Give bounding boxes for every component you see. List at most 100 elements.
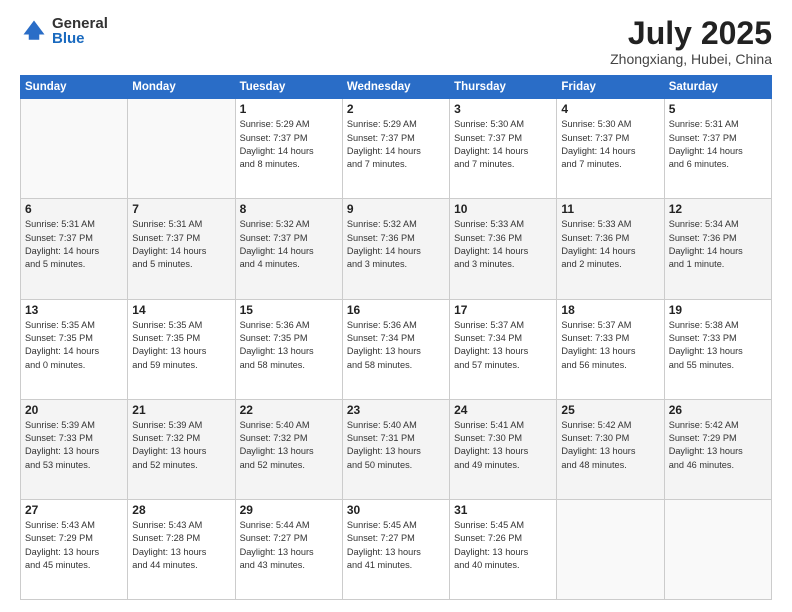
day-number: 7 bbox=[132, 202, 230, 216]
calendar-week-5: 27Sunrise: 5:43 AM Sunset: 7:29 PM Dayli… bbox=[21, 499, 772, 599]
day-number: 30 bbox=[347, 503, 445, 517]
day-info: Sunrise: 5:38 AM Sunset: 7:33 PM Dayligh… bbox=[669, 319, 767, 372]
table-row: 25 Sunrise: 5:42 AM Sunset: 7:30 PM Dayli… bbox=[557, 399, 664, 499]
header-friday: Friday bbox=[557, 76, 664, 99]
table-row: 26Sunrise: 5:42 AM Sunset: 7:29 PM Dayli… bbox=[664, 399, 771, 499]
table-row: 15 Sunrise: 5:36 AM Sunset: 7:35 PM Dayli… bbox=[235, 299, 342, 399]
table-row: 2 Sunrise: 5:29 AM Sunset: 7:37 PM Daylig… bbox=[342, 99, 449, 199]
day-info: Sunrise: 5:33 AM Sunset: 7:36 PM Dayligh… bbox=[561, 218, 659, 271]
day-number: 15 bbox=[240, 303, 338, 317]
logo-text: General Blue bbox=[52, 16, 108, 46]
day-number: 17 bbox=[454, 303, 552, 317]
day-number: 2 bbox=[347, 102, 445, 116]
table-row: 3 Sunrise: 5:30 AM Sunset: 7:37 PM Daylig… bbox=[450, 99, 557, 199]
day-number: 21 bbox=[132, 403, 230, 417]
table-row: 23 Sunrise: 5:40 AM Sunset: 7:31 PM Dayli… bbox=[342, 399, 449, 499]
table-row: 31Sunrise: 5:45 AM Sunset: 7:26 PM Dayli… bbox=[450, 499, 557, 599]
table-row: 24 Sunrise: 5:41 AM Sunset: 7:30 PM Dayli… bbox=[450, 399, 557, 499]
table-row: 18 Sunrise: 5:37 AM Sunset: 7:33 PM Dayli… bbox=[557, 299, 664, 399]
day-info: Sunrise: 5:29 AM Sunset: 7:37 PM Dayligh… bbox=[347, 118, 445, 171]
table-row: 20 Sunrise: 5:39 AM Sunset: 7:33 PM Dayli… bbox=[21, 399, 128, 499]
calendar-week-1: 1Sunrise: 5:29 AM Sunset: 7:37 PM Daylig… bbox=[21, 99, 772, 199]
table-row: 21 Sunrise: 5:39 AM Sunset: 7:32 PM Dayli… bbox=[128, 399, 235, 499]
calendar-week-2: 6 Sunrise: 5:31 AM Sunset: 7:37 PM Daylig… bbox=[21, 199, 772, 299]
table-row bbox=[664, 499, 771, 599]
day-number: 31 bbox=[454, 503, 552, 517]
day-info: Sunrise: 5:42 AM Sunset: 7:29 PM Dayligh… bbox=[669, 419, 767, 472]
page: General Blue July 2025 Zhongxiang, Hubei… bbox=[0, 0, 792, 612]
table-row: 4 Sunrise: 5:30 AM Sunset: 7:37 PM Daylig… bbox=[557, 99, 664, 199]
table-row: 29Sunrise: 5:44 AM Sunset: 7:27 PM Dayli… bbox=[235, 499, 342, 599]
title-month: July 2025 bbox=[610, 16, 772, 51]
logo-general: General bbox=[52, 16, 108, 31]
day-info: Sunrise: 5:35 AM Sunset: 7:35 PM Dayligh… bbox=[25, 319, 123, 372]
day-info: Sunrise: 5:37 AM Sunset: 7:33 PM Dayligh… bbox=[561, 319, 659, 372]
header-sunday: Sunday bbox=[21, 76, 128, 99]
table-row bbox=[557, 499, 664, 599]
table-row: 30 Sunrise: 5:45 AM Sunset: 7:27 PM Dayli… bbox=[342, 499, 449, 599]
day-number: 4 bbox=[561, 102, 659, 116]
day-number: 18 bbox=[561, 303, 659, 317]
table-row: 11 Sunrise: 5:33 AM Sunset: 7:36 PM Dayli… bbox=[557, 199, 664, 299]
day-info: Sunrise: 5:42 AM Sunset: 7:30 PM Dayligh… bbox=[561, 419, 659, 472]
day-info: Sunrise: 5:36 AM Sunset: 7:34 PM Dayligh… bbox=[347, 319, 445, 372]
day-number: 8 bbox=[240, 202, 338, 216]
table-row: 27Sunrise: 5:43 AM Sunset: 7:29 PM Dayli… bbox=[21, 499, 128, 599]
header: General Blue July 2025 Zhongxiang, Hubei… bbox=[20, 16, 772, 67]
day-number: 3 bbox=[454, 102, 552, 116]
day-number: 12 bbox=[669, 202, 767, 216]
day-number: 16 bbox=[347, 303, 445, 317]
day-info: Sunrise: 5:39 AM Sunset: 7:32 PM Dayligh… bbox=[132, 419, 230, 472]
table-row: 7 Sunrise: 5:31 AM Sunset: 7:37 PM Daylig… bbox=[128, 199, 235, 299]
day-info: Sunrise: 5:36 AM Sunset: 7:35 PM Dayligh… bbox=[240, 319, 338, 372]
day-info: Sunrise: 5:29 AM Sunset: 7:37 PM Dayligh… bbox=[240, 118, 338, 171]
table-row: 16 Sunrise: 5:36 AM Sunset: 7:34 PM Dayli… bbox=[342, 299, 449, 399]
day-info: Sunrise: 5:30 AM Sunset: 7:37 PM Dayligh… bbox=[454, 118, 552, 171]
day-number: 10 bbox=[454, 202, 552, 216]
day-number: 9 bbox=[347, 202, 445, 216]
table-row bbox=[21, 99, 128, 199]
day-number: 11 bbox=[561, 202, 659, 216]
day-number: 28 bbox=[132, 503, 230, 517]
day-info: Sunrise: 5:30 AM Sunset: 7:37 PM Dayligh… bbox=[561, 118, 659, 171]
day-number: 19 bbox=[669, 303, 767, 317]
day-info: Sunrise: 5:31 AM Sunset: 7:37 PM Dayligh… bbox=[25, 218, 123, 271]
table-row: 6 Sunrise: 5:31 AM Sunset: 7:37 PM Daylig… bbox=[21, 199, 128, 299]
day-number: 29 bbox=[240, 503, 338, 517]
table-row: 13 Sunrise: 5:35 AM Sunset: 7:35 PM Dayli… bbox=[21, 299, 128, 399]
day-number: 20 bbox=[25, 403, 123, 417]
day-info: Sunrise: 5:31 AM Sunset: 7:37 PM Dayligh… bbox=[669, 118, 767, 171]
weekday-header-row: Sunday Monday Tuesday Wednesday Thursday… bbox=[21, 76, 772, 99]
table-row: 10 Sunrise: 5:33 AM Sunset: 7:36 PM Dayli… bbox=[450, 199, 557, 299]
title-location: Zhongxiang, Hubei, China bbox=[610, 51, 772, 67]
day-info: Sunrise: 5:41 AM Sunset: 7:30 PM Dayligh… bbox=[454, 419, 552, 472]
day-number: 5 bbox=[669, 102, 767, 116]
day-info: Sunrise: 5:35 AM Sunset: 7:35 PM Dayligh… bbox=[132, 319, 230, 372]
day-number: 13 bbox=[25, 303, 123, 317]
day-info: Sunrise: 5:39 AM Sunset: 7:33 PM Dayligh… bbox=[25, 419, 123, 472]
day-info: Sunrise: 5:34 AM Sunset: 7:36 PM Dayligh… bbox=[669, 218, 767, 271]
logo-icon bbox=[20, 17, 48, 45]
table-row: 17Sunrise: 5:37 AM Sunset: 7:34 PM Dayli… bbox=[450, 299, 557, 399]
calendar-week-3: 13 Sunrise: 5:35 AM Sunset: 7:35 PM Dayli… bbox=[21, 299, 772, 399]
calendar-week-4: 20 Sunrise: 5:39 AM Sunset: 7:33 PM Dayli… bbox=[21, 399, 772, 499]
table-row bbox=[128, 99, 235, 199]
table-row: 22Sunrise: 5:40 AM Sunset: 7:32 PM Dayli… bbox=[235, 399, 342, 499]
day-info: Sunrise: 5:40 AM Sunset: 7:31 PM Dayligh… bbox=[347, 419, 445, 472]
day-info: Sunrise: 5:31 AM Sunset: 7:37 PM Dayligh… bbox=[132, 218, 230, 271]
day-info: Sunrise: 5:33 AM Sunset: 7:36 PM Dayligh… bbox=[454, 218, 552, 271]
day-number: 24 bbox=[454, 403, 552, 417]
day-number: 6 bbox=[25, 202, 123, 216]
header-tuesday: Tuesday bbox=[235, 76, 342, 99]
day-number: 25 bbox=[561, 403, 659, 417]
title-block: July 2025 Zhongxiang, Hubei, China bbox=[610, 16, 772, 67]
table-row: 9Sunrise: 5:32 AM Sunset: 7:36 PM Daylig… bbox=[342, 199, 449, 299]
day-number: 23 bbox=[347, 403, 445, 417]
logo: General Blue bbox=[20, 16, 108, 46]
table-row: 8Sunrise: 5:32 AM Sunset: 7:37 PM Daylig… bbox=[235, 199, 342, 299]
table-row: 12 Sunrise: 5:34 AM Sunset: 7:36 PM Dayli… bbox=[664, 199, 771, 299]
day-info: Sunrise: 5:40 AM Sunset: 7:32 PM Dayligh… bbox=[240, 419, 338, 472]
table-row: 5 Sunrise: 5:31 AM Sunset: 7:37 PM Daylig… bbox=[664, 99, 771, 199]
day-info: Sunrise: 5:45 AM Sunset: 7:27 PM Dayligh… bbox=[347, 519, 445, 572]
header-saturday: Saturday bbox=[664, 76, 771, 99]
